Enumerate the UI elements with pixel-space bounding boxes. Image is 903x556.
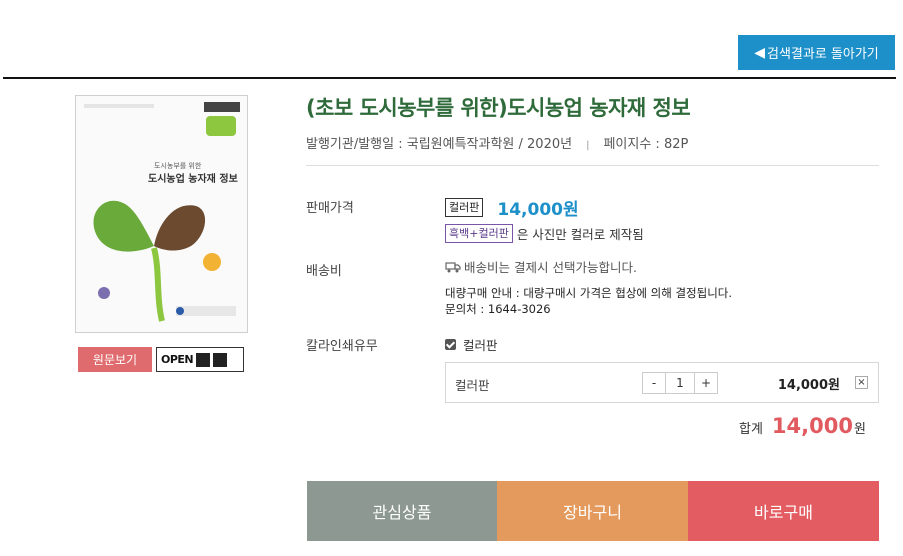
open-license-text: OPEN (161, 353, 194, 366)
price-label: 판매가격 (306, 201, 354, 216)
view-original-button[interactable]: 원문보기 (78, 347, 152, 372)
back-to-results-button[interactable]: ◀ 검색결과로 돌아가기 (738, 35, 895, 70)
selected-option-name: 컬러판 (455, 378, 490, 393)
increase-quantity-button[interactable]: + (695, 373, 717, 393)
total-price: 합계 14,000 원 (739, 414, 866, 438)
bw-color-tag: 흑백+컬러판 (445, 224, 513, 243)
license-icon (196, 352, 211, 367)
print-note: 흑백+컬러판 은 사진만 컬러로 제작됨 (445, 224, 644, 243)
total-label: 합계 (739, 422, 763, 437)
price-row: 컬러판 14,000원 (445, 195, 579, 220)
arrow-left-icon: ◀ (754, 44, 765, 61)
selected-option-row: 컬러판 - 1 + 14,000원 × (445, 362, 879, 403)
truck-icon (445, 261, 461, 272)
quantity-stepper: - 1 + (642, 372, 718, 394)
decrease-quantity-button[interactable]: - (643, 373, 665, 393)
publisher-info: 발행기관/발행일 : 국립원예특작과학원 / 2020년 (306, 137, 573, 152)
total-value: 14,000 (771, 414, 853, 438)
open-license-badge: OPEN (156, 347, 244, 372)
add-to-cart-button[interactable]: 장바구니 (497, 481, 688, 541)
color-print-option[interactable]: 컬러판 (445, 335, 498, 354)
wishlist-button[interactable]: 관심상품 (307, 481, 497, 541)
option-price: 14,000원 (777, 378, 840, 393)
meta-separator: | (586, 140, 590, 151)
page-count: 페이지수 : 82P (603, 137, 689, 152)
contact-line: 문의처 : 1644-3026 (445, 302, 551, 316)
bulk-purchase-info: 대량구매 안내 : 대량구매시 가격은 협상에 의해 결정됩니다. 문의처 : … (445, 285, 732, 317)
edition-tag: 컬러판 (445, 198, 484, 217)
license-icon (213, 352, 228, 367)
buy-now-button[interactable]: 바로구매 (688, 481, 879, 541)
divider (306, 165, 879, 166)
back-to-results-label: 검색결과로 돌아가기 (767, 47, 879, 62)
quantity-input[interactable]: 1 (665, 373, 695, 393)
remove-option-button[interactable]: × (855, 376, 868, 389)
sale-price: 14,000원 (497, 200, 579, 220)
product-meta: 발행기관/발행일 : 국립원예특작과학원 / 2020년 | 페이지수 : 82P (306, 133, 688, 152)
divider (3, 77, 896, 79)
book-cover-image: 도시농부를 위한 도시농업 농자재 정보 (75, 95, 248, 333)
shipping-info-text: 배송비는 결제시 선택가능합니다. (464, 260, 637, 275)
color-print-option-label: 컬러판 (463, 338, 498, 353)
product-title: (초보 도시농부를 위한)도시농업 농자재 정보 (306, 96, 691, 120)
checked-checkbox-icon[interactable] (445, 339, 456, 350)
cover-small-text: 도시농부를 위한 (154, 162, 202, 170)
shipping-info-row: 배송비는 결제시 선택가능합니다. (445, 257, 637, 276)
bulk-purchase-line: 대량구매 안내 : 대량구매시 가격은 협상에 의해 결정됩니다. (445, 286, 733, 300)
print-note-text: 은 사진만 컬러로 제작됨 (516, 227, 644, 242)
shipping-label: 배송비 (306, 264, 342, 279)
cover-title-text: 도시농업 농자재 정보 (148, 172, 238, 185)
color-print-label: 칼라인쇄유무 (306, 339, 378, 354)
total-unit: 원 (853, 422, 866, 437)
